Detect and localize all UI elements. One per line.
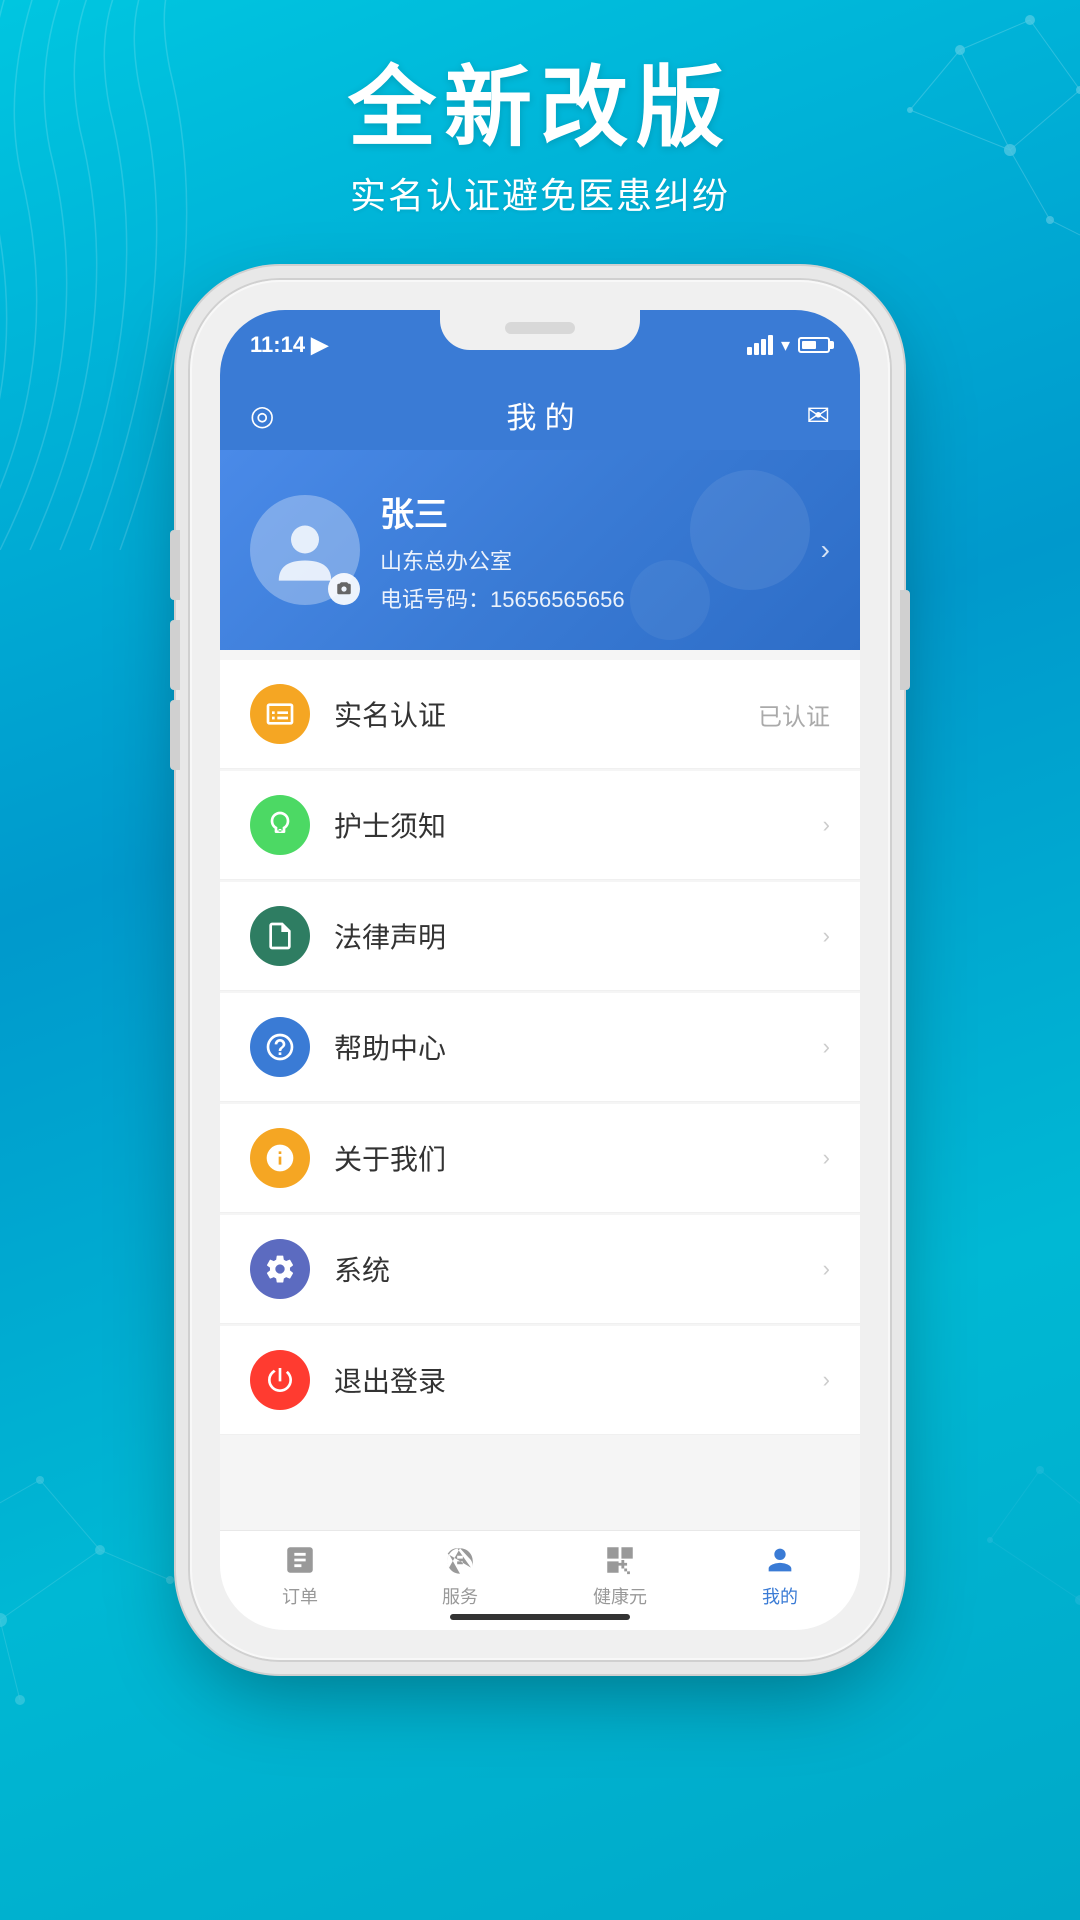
nav-title: 我 的 — [506, 393, 574, 437]
gear-icon — [264, 1253, 296, 1285]
tab-label-orders: 订单 — [282, 1583, 318, 1609]
menu-item-logout[interactable]: 退出登录 › — [220, 1326, 860, 1435]
menu-icon-legal — [250, 906, 310, 966]
menu-label-about: 关于我们 — [334, 1138, 823, 1178]
menu-label-real-name: 实名认证 — [334, 694, 758, 734]
document-icon — [264, 920, 296, 952]
info-icon — [264, 1142, 296, 1174]
phone-mockup: 11:14 ▶ ▾ — [190, 280, 890, 1660]
menu-right-real-name: 已认证 — [758, 697, 830, 732]
menu-icon-about — [250, 1128, 310, 1188]
tab-label-services: 服务 — [442, 1583, 478, 1609]
menu-item-help[interactable]: 帮助中心 › — [220, 993, 860, 1102]
mine-icon — [763, 1543, 797, 1577]
menu-item-legal[interactable]: 法律声明 › — [220, 882, 860, 991]
menu-icon-settings — [250, 1239, 310, 1299]
header-section: 全新改版 实名认证避免医患纠纷 — [0, 60, 1080, 219]
menu-item-about[interactable]: 关于我们 › — [220, 1104, 860, 1213]
tab-label-mine: 我的 — [762, 1583, 798, 1609]
menu-icon-nurse — [250, 795, 310, 855]
menu-label-legal: 法律声明 — [334, 916, 823, 956]
phone-screen: 11:14 ▶ ▾ — [220, 310, 860, 1630]
menu-item-real-name[interactable]: 实名认证 已认证 — [220, 660, 860, 769]
tab-label-health: 健康元 — [593, 1583, 647, 1609]
signal-icon — [747, 335, 773, 355]
battery-icon — [798, 337, 830, 353]
tab-services[interactable]: 服务 — [380, 1543, 540, 1609]
menu-icon-help — [250, 1017, 310, 1077]
services-icon — [443, 1543, 477, 1577]
profile-info: 张三 山东总办公室 电话号码：15656565656 — [380, 487, 821, 614]
battery-fill — [802, 341, 816, 349]
menu-item-settings[interactable]: 系统 › — [220, 1215, 860, 1324]
mail-icon[interactable]: ✉ — [807, 399, 830, 432]
home-indicator — [450, 1614, 630, 1620]
menu-label-logout: 退出登录 — [334, 1360, 823, 1400]
signal-bar-2 — [754, 343, 759, 355]
profile-section[interactable]: 张三 山东总办公室 电话号码：15656565656 › — [220, 450, 860, 650]
question-icon — [264, 1031, 296, 1063]
person-id-icon — [264, 698, 296, 730]
menu-arrow-nurse: › — [823, 812, 830, 838]
avatar-wrapper — [250, 495, 360, 605]
wifi-icon: ▾ — [781, 335, 790, 356]
lightbulb-icon — [264, 809, 296, 841]
health-icon — [603, 1543, 637, 1577]
location-icon[interactable]: ◎ — [250, 399, 274, 432]
camera-badge[interactable] — [328, 573, 360, 605]
orders-icon — [283, 1543, 317, 1577]
profile-department: 山东总办公室 — [380, 544, 821, 576]
menu-label-settings: 系统 — [334, 1249, 823, 1289]
status-bar: 11:14 ▶ ▾ — [220, 310, 860, 380]
tab-mine[interactable]: 我的 — [700, 1543, 860, 1609]
top-nav-bar: ◎ 我 的 ✉ — [220, 380, 860, 450]
avatar-icon — [270, 515, 340, 585]
profile-phone: 电话号码：15656565656 — [380, 582, 821, 614]
tab-health[interactable]: 健康元 — [540, 1543, 700, 1609]
phone-shell: 11:14 ▶ ▾ — [190, 280, 890, 1660]
menu-arrow-help: › — [823, 1034, 830, 1060]
camera-icon — [335, 580, 353, 598]
menu-section: 实名认证 已认证 护士须知 › — [220, 650, 860, 1530]
status-time: 11:14 ▶ — [250, 332, 328, 358]
menu-label-help: 帮助中心 — [334, 1027, 823, 1067]
menu-arrow-logout: › — [823, 1367, 830, 1393]
sub-title: 实名认证避免医患纠纷 — [0, 167, 1080, 219]
signal-bar-3 — [761, 339, 766, 355]
menu-icon-real-name — [250, 684, 310, 744]
notch — [440, 310, 640, 350]
menu-label-nurse: 护士须知 — [334, 805, 823, 845]
tab-orders[interactable]: 订单 — [220, 1543, 380, 1609]
status-icons: ▾ — [747, 335, 830, 356]
profile-arrow-icon[interactable]: › — [821, 534, 830, 566]
menu-item-nurse[interactable]: 护士须知 › — [220, 771, 860, 880]
menu-arrow-about: › — [823, 1145, 830, 1171]
power-icon — [264, 1364, 296, 1396]
main-title: 全新改版 — [0, 60, 1080, 157]
menu-icon-logout — [250, 1350, 310, 1410]
menu-arrow-settings: › — [823, 1256, 830, 1282]
menu-arrow-legal: › — [823, 923, 830, 949]
profile-name: 张三 — [380, 487, 821, 536]
signal-bar-4 — [768, 335, 773, 355]
signal-bar-1 — [747, 347, 752, 355]
